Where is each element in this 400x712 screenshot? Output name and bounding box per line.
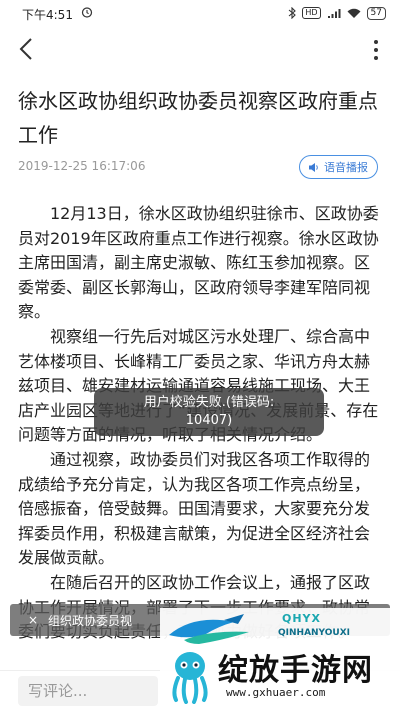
error-toast: 用户校验失败.(错误码: 10407) [94, 388, 324, 436]
comment-input[interactable]: 写评论... [18, 676, 158, 706]
alarm-icon [81, 7, 93, 18]
article-datetime: 2019-12-25 16:17:06 [18, 159, 146, 173]
article-title: 徐水区政协组织政协委员视察区政府重点工作 [18, 89, 378, 147]
back-arrow-icon[interactable] [12, 34, 42, 64]
tts-label: 语音播报 [324, 161, 368, 174]
more-options-icon[interactable] [364, 36, 388, 64]
status-icons: HD 57 [288, 6, 386, 20]
toast-line: 10407) [185, 413, 233, 428]
status-bar: 下午4:51 HD 57 [0, 0, 400, 28]
watermark-brand-sub: QINHANYOUXI [278, 628, 351, 638]
wifi-icon [347, 8, 361, 18]
banner-close-icon[interactable]: × [28, 613, 38, 627]
fish-logo-icon [169, 614, 249, 644]
toast-line: 用户校验失败.(错误码: [143, 395, 275, 410]
battery-indicator: 57 [366, 6, 386, 20]
nav-bar [0, 28, 400, 72]
signal-icon [327, 8, 341, 18]
hd-badge: HD [302, 7, 321, 19]
watermark-name: 绽放手游网 [218, 653, 373, 688]
bluetooth-icon [289, 7, 297, 19]
speaker-icon [309, 162, 318, 172]
status-time: 下午4:51 [22, 8, 73, 22]
watermark-url: www.gxhuaer.com [226, 686, 326, 699]
tts-button[interactable]: 语音播报 [299, 155, 378, 179]
article-paragraph: 通过视察，政协委员们对我区各项工作取得的成绩给予充分肯定，认为我区各项工作亮点纷… [18, 449, 371, 568]
octopus-logo-icon [172, 652, 208, 704]
article-paragraph: 12月13日，徐水区政协组织驻徐市、区政协委员对2019年区政府重点工作进行视察… [18, 204, 379, 322]
watermark-brand: QHYX [282, 612, 322, 625]
